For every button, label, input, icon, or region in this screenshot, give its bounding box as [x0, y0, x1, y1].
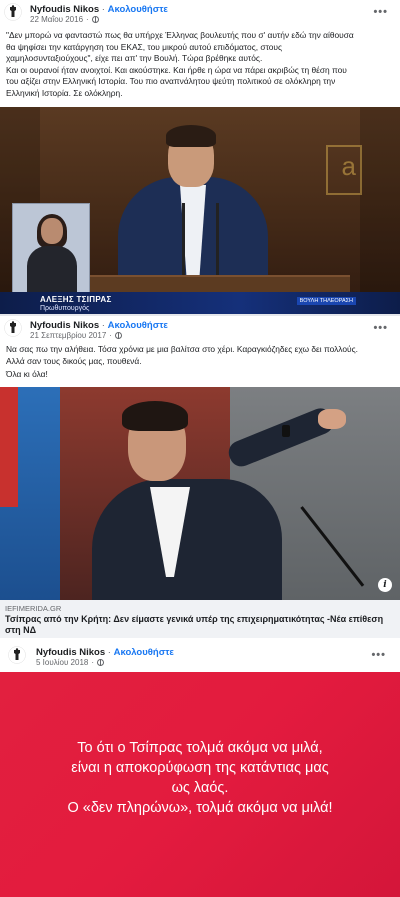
- post-text-line: Και οι ουρανοί ήταν ανοιχτοί. Και ακούστ…: [6, 64, 347, 75]
- follow-button[interactable]: Ακολουθήστε: [114, 647, 174, 658]
- follow-button[interactable]: Ακολουθήστε: [108, 4, 168, 15]
- quote-image[interactable]: Το ότι ο Τσίπρας τολμά ακόμα να μιλά, εί…: [0, 672, 400, 897]
- separator-dot: ·: [101, 320, 105, 331]
- post-text: "Δεν μπορώ να φανταστώ πως θα υπήρχε Έλλ…: [0, 30, 400, 100]
- speaker-hair: [122, 401, 188, 431]
- crest-avatar-icon: [4, 319, 22, 337]
- post-text-line: χαμηλοσυνταξιούχους", είχε πει απ' την Β…: [6, 53, 263, 64]
- interpreter-head: [41, 218, 63, 244]
- globe-icon: [91, 16, 99, 23]
- post-date-line: 5 Ιουλίου 2018 ·: [36, 658, 105, 667]
- follow-button[interactable]: Ακολουθήστε: [108, 320, 168, 331]
- separator-dot: ·: [101, 4, 105, 15]
- channel-badge: ΒΟΥΛΗ ΤΗΛΕΟΡΑΣΗ: [296, 297, 356, 305]
- separator-dot: ·: [86, 15, 89, 24]
- author-line: Nyfoudis Nikos · Ακολουθήστε: [30, 4, 168, 15]
- speaker-hair: [166, 125, 216, 147]
- separator-dot: ·: [107, 647, 111, 658]
- crest-avatar-icon: [8, 646, 26, 664]
- author-line: Nyfoudis Nikos · Ακολουθήστε: [36, 647, 174, 658]
- post-date-line: 22 Μαΐου 2016 ·: [30, 15, 99, 24]
- quote-line: Ο «δεν πληρώνω», τολμά ακόμα να μιλά!: [67, 800, 333, 816]
- post-text-line: "Δεν μπορώ να φανταστώ πως θα υπήρχε Έλλ…: [6, 30, 354, 40]
- separator-dot: ·: [91, 658, 95, 667]
- more-options-icon[interactable]: •••: [371, 649, 386, 661]
- globe-icon: [114, 332, 122, 339]
- link-preview-image[interactable]: i: [0, 387, 400, 600]
- quote-line: ως λαός.: [171, 780, 229, 796]
- info-icon[interactable]: i: [378, 578, 392, 592]
- avatar[interactable]: [4, 3, 22, 21]
- interpreter-body: [27, 246, 77, 292]
- microphone: [216, 203, 219, 279]
- microphone: [182, 203, 185, 279]
- avatar[interactable]: [8, 646, 26, 664]
- wood-panel: [360, 107, 400, 314]
- post-date[interactable]: 21 Σεπτεμβρίου 2017: [30, 331, 106, 340]
- quote-line: είναι η αποκορύφωση της κατάντιας μας: [71, 760, 329, 776]
- post-1: Nyfoudis Nikos · Ακολουθήστε 22 Μαΐου 20…: [0, 0, 400, 316]
- link-preview[interactable]: IEFIMERIDA.GR Τσίπρας από την Κρήτη: Δεν…: [0, 600, 400, 638]
- channel-logo-letter: a: [341, 151, 356, 181]
- speaker-watch: [282, 425, 290, 437]
- post-text: Να σας πω την αλήθεια. Τόσα χρόνια με μι…: [0, 344, 400, 381]
- post-text-line: Όλα κι όλα!: [6, 369, 48, 380]
- quote-text: Το ότι ο Τσίπρας τολμά ακόμα να μιλά, εί…: [0, 738, 400, 818]
- link-source: IEFIMERIDA.GR: [5, 604, 62, 613]
- post-text-line: Να σας πω την αλήθεια. Τόσα χρόνια με μι…: [6, 344, 358, 354]
- sign-language-inset: [12, 203, 90, 293]
- post-text-line: Αλλά σαν τους δικούς μας, πουθενά.: [6, 355, 142, 366]
- separator-dot: ·: [109, 331, 112, 340]
- author-line: Nyfoudis Nikos · Ακολουθήστε: [30, 320, 168, 331]
- background-red: [0, 387, 18, 507]
- avatar[interactable]: [4, 319, 22, 337]
- more-options-icon[interactable]: •••: [373, 322, 388, 334]
- post-text-line: Ελληνική Ιστορία. Σε ολόκληρη.: [6, 87, 123, 98]
- post-date[interactable]: 22 Μαΐου 2016: [30, 15, 83, 24]
- quote-line: Το ότι ο Τσίπρας τολμά ακόμα να μιλά,: [77, 740, 323, 756]
- podium: [60, 275, 350, 293]
- post-header: Nyfoudis Nikos · Ακολουθήστε 5 Ιουλίου 2…: [0, 643, 400, 669]
- post-header: Nyfoudis Nikos · Ακολουθήστε 22 Μαΐου 20…: [0, 0, 400, 26]
- author-name[interactable]: Nyfoudis Nikos: [30, 320, 99, 331]
- post-text-line: θα ψηφίσει την κατάργηση του ΕΚΑΣ, του μ…: [6, 41, 283, 52]
- caption-name: ΑΛΕΞΗΣ ΤΣΙΠΡΑΣ: [40, 295, 112, 304]
- more-options-icon[interactable]: •••: [373, 6, 388, 18]
- speaker-hand: [318, 409, 346, 429]
- crest-avatar-icon: [4, 3, 22, 21]
- post-image[interactable]: a ΑΛΕΞΗΣ ΤΣΙΠΡΑΣ Πρωθυπουργός ΒΟΥΛΗ ΤΗΛΕ…: [0, 107, 400, 314]
- globe-icon: [97, 659, 105, 666]
- author-name[interactable]: Nyfoudis Nikos: [30, 4, 99, 15]
- post-text-line: του αξίζει στην Ελληνική Ιστορία. Του πι…: [6, 76, 336, 87]
- author-name[interactable]: Nyfoudis Nikos: [36, 647, 105, 658]
- post-date[interactable]: 5 Ιουλίου 2018: [36, 658, 88, 667]
- post-header: Nyfoudis Nikos · Ακολουθήστε 21 Σεπτεμβρ…: [0, 316, 400, 342]
- caption-role: Πρωθυπουργός: [40, 305, 90, 312]
- link-title[interactable]: Τσίπρας από την Κρήτη: Δεν είμαστε γενικ…: [5, 614, 397, 636]
- post-date-line: 21 Σεπτεμβρίου 2017 ·: [30, 331, 122, 340]
- post-3: Nyfoudis Nikos · Ακολουθήστε 5 Ιουλίου 2…: [0, 640, 400, 672]
